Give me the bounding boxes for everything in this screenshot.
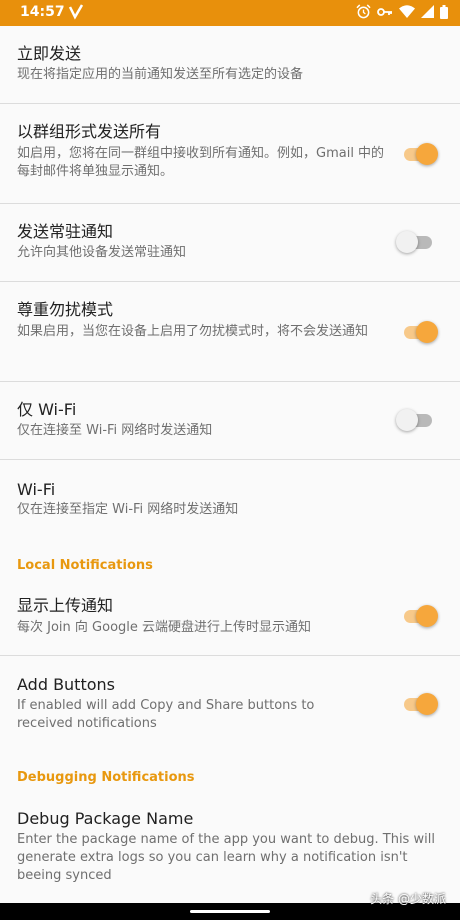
setting-summary: 现在将指定应用的当前通知发送至所有选定的设备 <box>17 67 304 82</box>
setting-title: Wi-Fi <box>17 480 56 499</box>
respect-dnd-switch[interactable] <box>396 320 438 344</box>
setting-summary: 如启用，您将在同一群组中接收到所有通知。例如，Gmail 中的每封邮件将单独显示… <box>17 146 385 179</box>
setting-wifi-only[interactable]: 仅 Wi-Fi 仅在连接至 Wi-Fi 网络时发送通知 <box>0 382 460 459</box>
setting-title: Add Buttons <box>17 675 115 694</box>
notification-app-icon <box>68 3 84 25</box>
group-send-switch[interactable] <box>396 142 438 166</box>
setting-debug-package-name[interactable]: Debug Package Name Enter the package nam… <box>0 798 460 898</box>
setting-title: 仅 Wi-Fi <box>17 400 77 419</box>
setting-wifi-networks[interactable]: Wi-Fi 仅在连接至指定 Wi-Fi 网络时发送通知 <box>0 460 460 537</box>
home-gesture-handle[interactable] <box>190 910 270 913</box>
setting-summary: Enter the package name of the app you wa… <box>17 832 435 883</box>
setting-title: Debug Package Name <box>17 809 194 828</box>
setting-send-now[interactable]: 立即发送 现在将指定应用的当前通知发送至所有选定的设备 <box>0 26 460 103</box>
setting-summary: 如果启用，当您在设备上启用了勿扰模式时，将不会发送通知 <box>17 324 369 339</box>
setting-title: 立即发送 <box>17 44 82 63</box>
setting-title: 发送常驻通知 <box>17 222 114 241</box>
status-bar: 14:57 <box>0 0 460 26</box>
add-buttons-switch[interactable] <box>396 692 438 716</box>
persistent-notifications-switch[interactable] <box>396 230 438 254</box>
signal-icon <box>421 5 434 18</box>
vpn-key-icon <box>377 6 393 18</box>
setting-add-buttons[interactable]: Add Buttons If enabled will add Copy and… <box>0 656 460 751</box>
category-debugging-notifications: Debugging Notifications <box>17 770 195 785</box>
setting-persistent-notifications[interactable]: 发送常驻通知 允许向其他设备发送常驻通知 <box>0 204 460 281</box>
setting-title: 尊重勿扰模式 <box>17 300 114 319</box>
status-time: 14:57 <box>20 4 65 20</box>
setting-summary: If enabled will add Copy and Share butto… <box>17 698 315 731</box>
setting-summary: 允许向其他设备发送常驻通知 <box>17 245 187 260</box>
category-local-notifications: Local Notifications <box>17 558 153 573</box>
setting-summary: 仅在连接至 Wi-Fi 网络时发送通知 <box>17 423 213 438</box>
upload-notifications-switch[interactable] <box>396 604 438 628</box>
setting-upload-notifications[interactable]: 显示上传通知 每次 Join 向 Google 云端硬盘进行上传时显示通知 <box>0 582 460 655</box>
wifi-icon <box>399 5 415 18</box>
battery-icon <box>440 4 448 19</box>
setting-group-send[interactable]: 以群组形式发送所有 如启用，您将在同一群组中接收到所有通知。例如，Gmail 中… <box>0 104 460 203</box>
alarm-icon <box>356 4 371 19</box>
setting-respect-dnd[interactable]: 尊重勿扰模式 如果启用，当您在设备上启用了勿扰模式时，将不会发送通知 <box>0 282 460 381</box>
setting-summary: 仅在连接至指定 Wi-Fi 网络时发送通知 <box>17 502 239 517</box>
setting-title: 显示上传通知 <box>17 596 114 615</box>
setting-title: 以群组形式发送所有 <box>17 122 162 141</box>
setting-summary: 每次 Join 向 Google 云端硬盘进行上传时显示通知 <box>17 620 312 635</box>
watermark: 头条 @少数派 <box>370 892 446 906</box>
wifi-only-switch[interactable] <box>396 408 438 432</box>
